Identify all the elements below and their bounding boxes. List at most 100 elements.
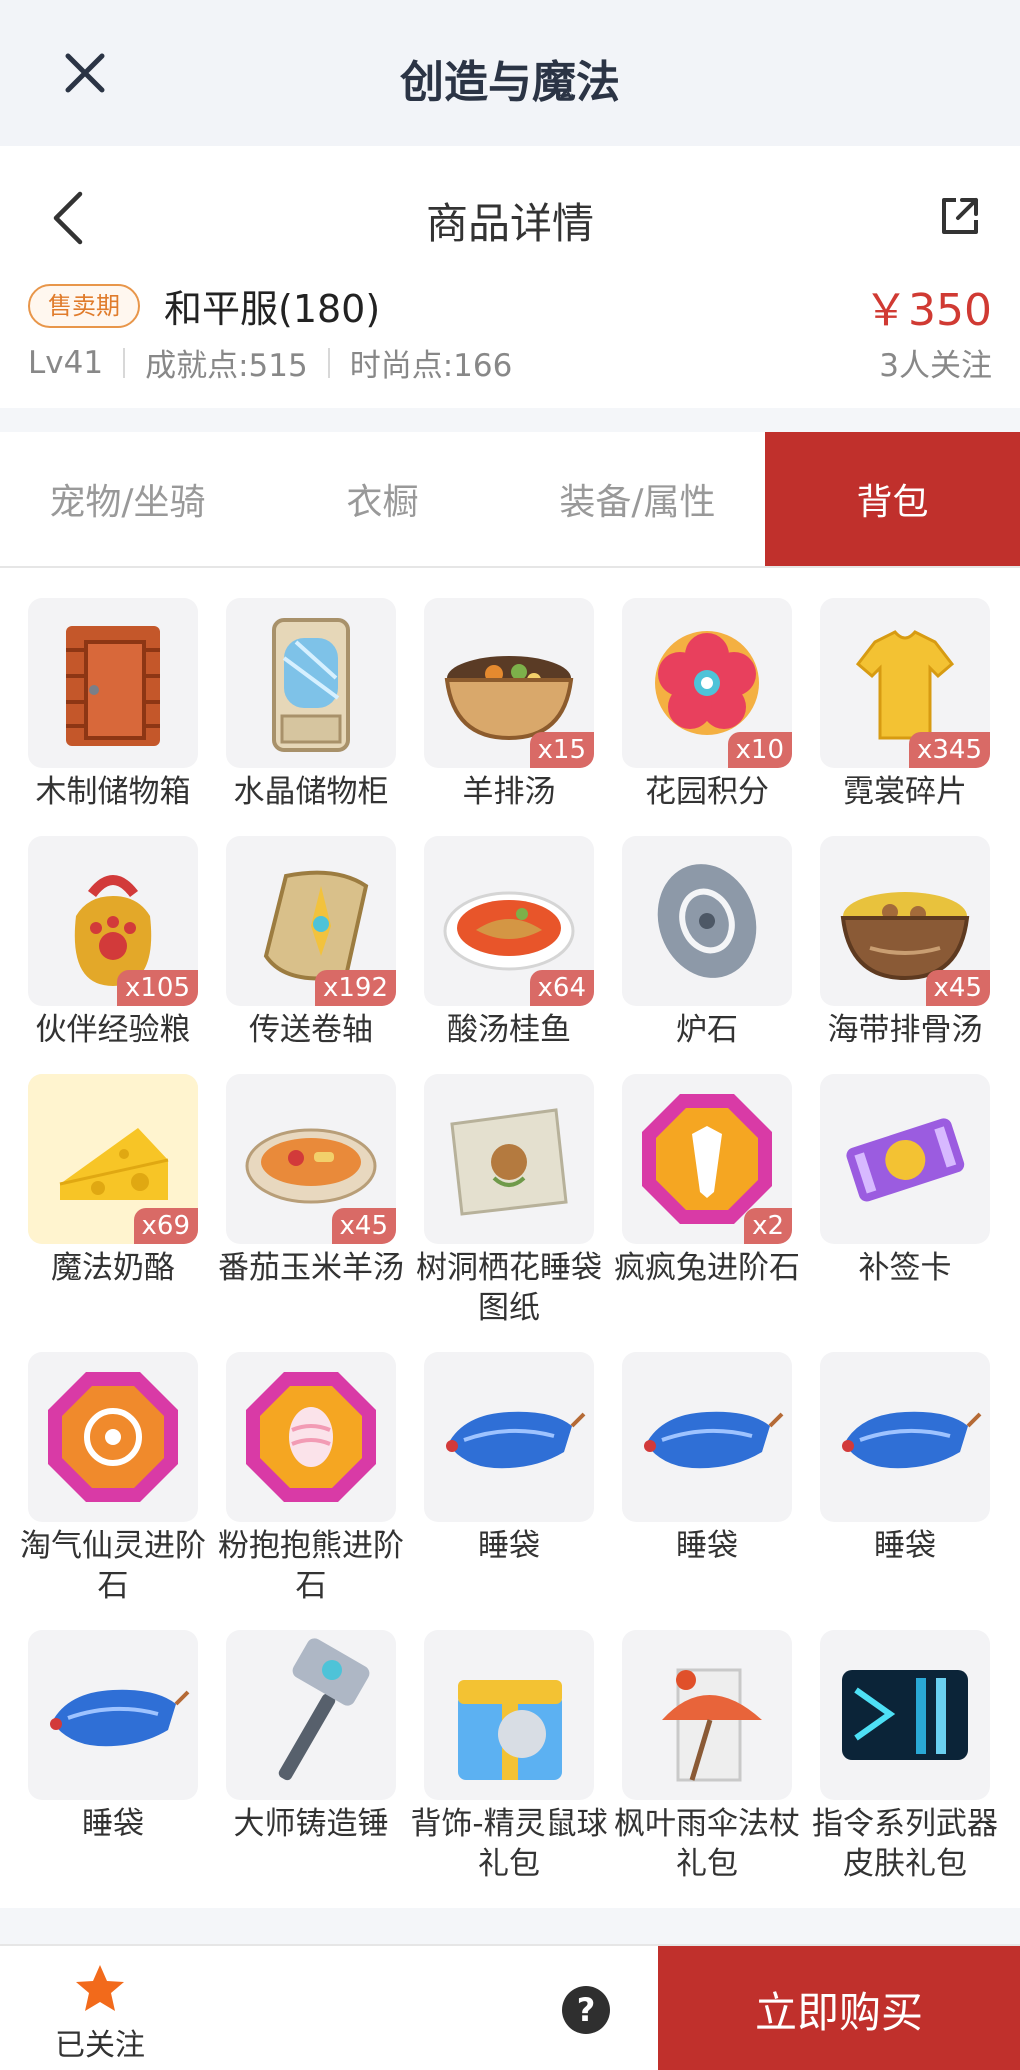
- item-label: 淘气仙灵进阶石: [20, 1528, 206, 1604]
- backpack-item[interactable]: 睡袋: [806, 1352, 1004, 1566]
- item-label: 睡袋: [676, 1528, 738, 1564]
- item-thumbnail: [226, 1352, 396, 1522]
- item-thumbnail: x64: [424, 836, 594, 1006]
- share-icon[interactable]: [938, 194, 982, 238]
- item-label: 传送卷轴: [249, 1012, 373, 1048]
- backpack-item[interactable]: 木制储物箱: [14, 598, 212, 812]
- buy-now-button[interactable]: 立即购买: [658, 1946, 1020, 2070]
- item-thumbnail: x345: [820, 598, 990, 768]
- backpack-item[interactable]: 枫叶雨伞法杖礼包: [608, 1630, 806, 1884]
- item-label: 补签卡: [858, 1250, 952, 1286]
- tab-wardrobe[interactable]: 衣橱: [255, 432, 510, 566]
- backpack-item[interactable]: x105 伙伴经验粮: [14, 836, 212, 1050]
- item-thumbnail: [28, 598, 198, 768]
- item-thumbnail: [820, 1352, 990, 1522]
- backpack-item[interactable]: 粉抱抱熊进阶石: [212, 1352, 410, 1606]
- backpack-item[interactable]: 睡袋: [410, 1352, 608, 1566]
- gift-box-icon: [458, 1680, 562, 1780]
- backpack-item[interactable]: x345 霓裳碎片: [806, 598, 1004, 812]
- divider: [123, 347, 126, 378]
- hammer-icon: [278, 1638, 370, 1781]
- item-quantity-badge: x192: [314, 970, 396, 1006]
- item-thumbnail: [424, 1630, 594, 1800]
- backpack-item[interactable]: x45 海带排骨汤: [806, 836, 1004, 1050]
- sleeping-bag-icon: [842, 1411, 982, 1469]
- item-thumbnail: x192: [226, 836, 396, 1006]
- backpack-item[interactable]: 背饰-精灵鼠球礼包: [410, 1630, 608, 1884]
- wooden-chest-icon: [66, 626, 160, 746]
- star-icon: [76, 1965, 124, 2011]
- backpack-item[interactable]: 水晶储物柜: [212, 598, 410, 812]
- item-thumbnail: [622, 1352, 792, 1522]
- sleeping-bag-icon: [50, 1689, 190, 1747]
- item-label: 疯疯兔进阶石: [614, 1250, 800, 1286]
- item-label: 酸汤桂鱼: [447, 1012, 571, 1048]
- item-label: 花园积分: [645, 774, 769, 810]
- item-label: 水晶储物柜: [233, 774, 389, 810]
- backpack-item[interactable]: 大师铸造锤: [212, 1630, 410, 1844]
- backpack-item[interactable]: 指令系列武器皮肤礼包: [806, 1630, 1004, 1884]
- backpack-item[interactable]: 淘气仙灵进阶石: [14, 1352, 212, 1606]
- item-label: 羊排汤: [462, 774, 556, 810]
- item-label: 背饰-精灵鼠球礼包: [410, 1806, 608, 1882]
- item-quantity-badge: x105: [116, 970, 198, 1006]
- product-header: 商品详情 售卖期 和平服(180) ￥350 Lv41 成就点:515 时尚点:…: [0, 146, 1020, 408]
- backpack-item[interactable]: 睡袋: [14, 1630, 212, 1844]
- app-title: 创造与魔法: [400, 57, 620, 108]
- item-label: 大师铸造锤: [233, 1806, 389, 1842]
- tab-bar: 宠物/坐骑 衣橱 装备/属性 背包: [0, 432, 1020, 568]
- backpack-item[interactable]: x2 疯疯兔进阶石: [608, 1074, 806, 1288]
- item-quantity-badge: x69: [133, 1208, 198, 1244]
- stats-row: Lv41 成就点:515 时尚点:166: [28, 340, 512, 385]
- follower-count: 3人关注: [879, 348, 992, 384]
- backpack-item[interactable]: x69 魔法奶酪: [14, 1074, 212, 1288]
- item-name: 和平服(180): [164, 287, 381, 331]
- backpack-item[interactable]: x10 花园积分: [608, 598, 806, 812]
- gem-bear-icon: [246, 1372, 376, 1502]
- item-thumbnail: x2: [622, 1074, 792, 1244]
- item-thumbnail: [424, 1352, 594, 1522]
- item-thumbnail: x105: [28, 836, 198, 1006]
- item-thumbnail: [622, 1630, 792, 1800]
- item-thumbnail: [28, 1630, 198, 1800]
- help-icon[interactable]: ?: [562, 1986, 610, 2034]
- item-quantity-badge: x45: [331, 1208, 396, 1244]
- item-thumbnail: [226, 598, 396, 768]
- item-thumbnail: x15: [424, 598, 594, 768]
- hearthstone-icon: [657, 864, 757, 978]
- tab-equipment[interactable]: 装备/属性: [510, 432, 765, 566]
- backpack-item[interactable]: x192 传送卷轴: [212, 836, 410, 1050]
- item-thumbnail: [820, 1630, 990, 1800]
- backpack-item[interactable]: 补签卡: [806, 1074, 1004, 1288]
- price: ￥350: [864, 285, 992, 336]
- divider: [327, 347, 330, 378]
- backpack-item[interactable]: x64 酸汤桂鱼: [410, 836, 608, 1050]
- item-label: 番茄玉米羊汤: [218, 1250, 404, 1286]
- backpack-grid: 木制储物箱 水晶储物柜 x15 羊排汤 x10 花园积分 x345 霓裳碎片 x105 伙伴经验粮…: [0, 568, 1020, 1908]
- backpack-item[interactable]: x15 羊排汤: [410, 598, 608, 812]
- app-bar: 创造与魔法: [0, 0, 1020, 146]
- item-thumbnail: [226, 1630, 396, 1800]
- level-value: Lv41: [28, 344, 104, 381]
- item-thumbnail: [820, 1074, 990, 1244]
- item-thumbnail: x45: [820, 836, 990, 1006]
- blueprint-icon: [450, 1108, 568, 1216]
- item-quantity-badge: x64: [529, 970, 594, 1006]
- item-quantity-badge: x45: [925, 970, 990, 1006]
- item-thumbnail: x45: [226, 1074, 396, 1244]
- tab-pets-mounts[interactable]: 宠物/坐骑: [0, 432, 255, 566]
- backpack-item[interactable]: 炉石: [608, 836, 806, 1050]
- backpack-item[interactable]: x45 番茄玉米羊汤: [212, 1074, 410, 1288]
- sale-status-badge: 售卖期: [28, 284, 140, 328]
- item-quantity-badge: x2: [744, 1208, 792, 1244]
- item-label: 睡袋: [82, 1806, 144, 1842]
- item-quantity-badge: x10: [727, 732, 792, 768]
- tab-backpack[interactable]: 背包: [765, 432, 1020, 566]
- follow-button[interactable]: 已关注: [40, 1956, 160, 2066]
- backpack-item[interactable]: 睡袋: [608, 1352, 806, 1566]
- weapon-skin-pack-icon: [842, 1670, 968, 1760]
- item-label: 炉石: [676, 1012, 738, 1048]
- item-label: 睡袋: [874, 1528, 936, 1564]
- backpack-item[interactable]: 树洞栖花睡袋图纸: [410, 1074, 608, 1328]
- sleeping-bag-icon: [446, 1411, 586, 1469]
